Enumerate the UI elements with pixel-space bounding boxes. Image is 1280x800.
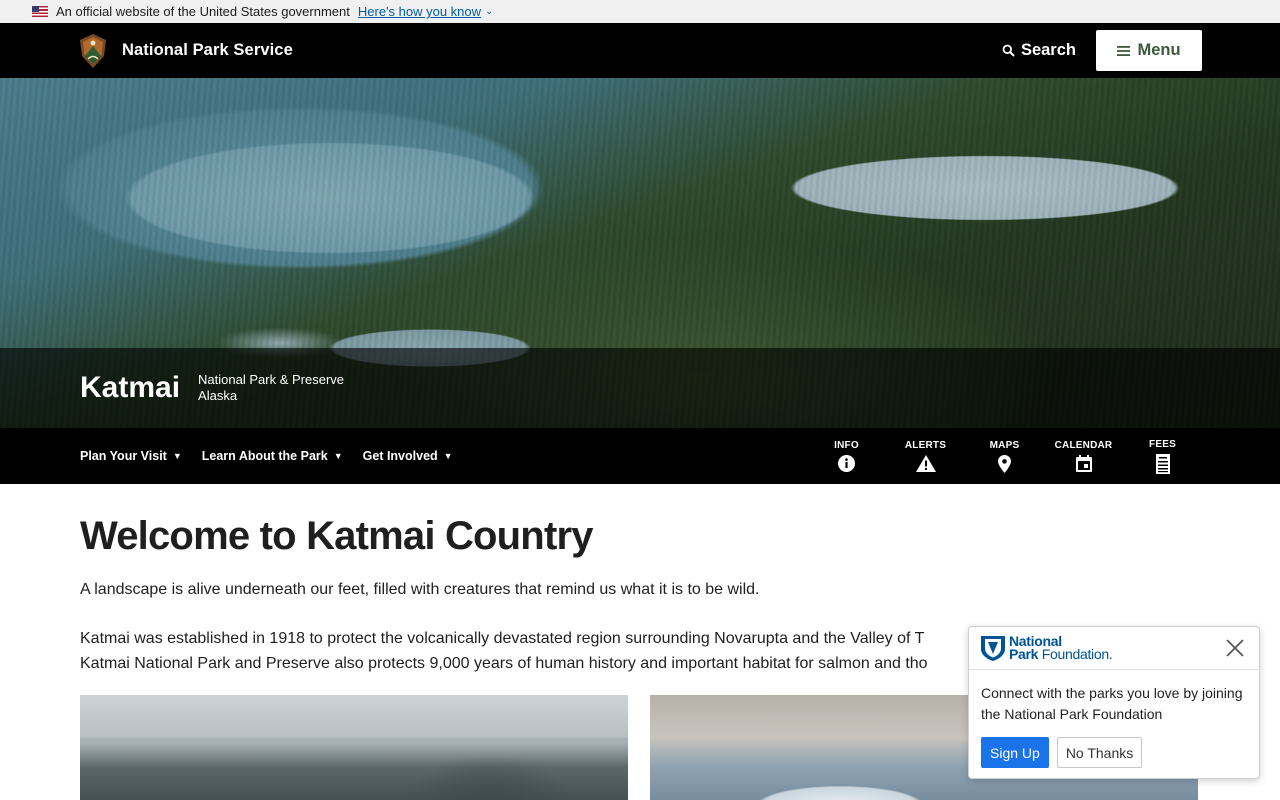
hero-image: Katmai National Park & Preserve Alaska bbox=[0, 78, 1280, 428]
quick-link-alerts[interactable]: ALERTS bbox=[886, 428, 965, 484]
quick-link-info[interactable]: INFO bbox=[807, 428, 886, 484]
quick-link-fees[interactable]: FEES bbox=[1123, 428, 1202, 484]
search-label: Search bbox=[1020, 41, 1076, 59]
chevron-down-icon[interactable]: ⌄ bbox=[485, 6, 493, 17]
quick-link-maps[interactable]: MAPS bbox=[965, 428, 1044, 484]
npf-popup-actions: Sign Up No Thanks bbox=[969, 725, 1259, 768]
intro-text: A landscape is alive underneath our feet… bbox=[80, 581, 760, 598]
search-button[interactable]: Search bbox=[1002, 41, 1076, 60]
menu-label: Menu bbox=[1137, 41, 1181, 59]
quick-links: INFO ALERTS MAPS CALENDAR FEES bbox=[807, 428, 1202, 484]
calendar-icon bbox=[1075, 455, 1092, 472]
park-name[interactable]: Katmai bbox=[80, 371, 180, 405]
caret-down-icon: ▼ bbox=[333, 451, 343, 461]
npf-signup-popup: National Park Foundation. Connect with t… bbox=[968, 626, 1260, 779]
gov-banner-link[interactable]: Here's how you know bbox=[358, 4, 481, 19]
npf-popup-message: Connect with the parks you love by joini… bbox=[981, 685, 1243, 722]
npf-popup-header: National Park Foundation. bbox=[969, 627, 1259, 670]
site-title[interactable]: National Park Service bbox=[122, 41, 293, 60]
npf-shield-icon bbox=[981, 635, 1005, 661]
caret-down-icon: ▼ bbox=[172, 451, 182, 461]
nps-arrowhead-icon[interactable] bbox=[80, 33, 106, 68]
card-image-mountains[interactable] bbox=[80, 695, 628, 800]
quick-link-calendar[interactable]: CALENDAR bbox=[1044, 428, 1123, 484]
gov-banner: An official website of the United States… bbox=[0, 0, 1280, 23]
park-nav: Plan Your Visit ▼ Learn About the Park ▼ G… bbox=[0, 428, 1280, 484]
nav-learn-about-the-park[interactable]: Learn About the Park ▼ bbox=[202, 449, 343, 463]
hamburger-icon bbox=[1117, 45, 1131, 56]
fees-icon bbox=[1155, 453, 1170, 474]
us-flag-icon bbox=[32, 6, 48, 17]
info-icon bbox=[838, 455, 855, 472]
map-pin-icon bbox=[998, 454, 1011, 473]
alert-icon bbox=[915, 455, 936, 472]
sign-up-button[interactable]: Sign Up bbox=[981, 737, 1049, 768]
npf-logo-text: National Park Foundation. bbox=[1009, 633, 1113, 662]
park-designation-type: National Park & Preserve bbox=[198, 372, 344, 387]
gov-banner-text: An official website of the United States… bbox=[56, 4, 350, 19]
close-icon[interactable] bbox=[1225, 638, 1245, 658]
caret-down-icon: ▼ bbox=[443, 451, 453, 461]
menu-button[interactable]: Menu bbox=[1096, 30, 1202, 71]
park-state: Alaska bbox=[198, 388, 238, 403]
search-icon bbox=[1002, 44, 1015, 57]
no-thanks-button[interactable]: No Thanks bbox=[1056, 737, 1143, 768]
page-title: Welcome to Katmai Country bbox=[80, 514, 593, 558]
nav-plan-your-visit[interactable]: Plan Your Visit ▼ bbox=[80, 449, 182, 463]
site-header: National Park Service Search Menu bbox=[0, 23, 1280, 78]
park-title-band: Katmai National Park & Preserve Alaska bbox=[0, 348, 1280, 428]
park-designation: National Park & Preserve Alaska bbox=[198, 372, 344, 404]
nav-get-involved[interactable]: Get Involved ▼ bbox=[363, 449, 453, 463]
